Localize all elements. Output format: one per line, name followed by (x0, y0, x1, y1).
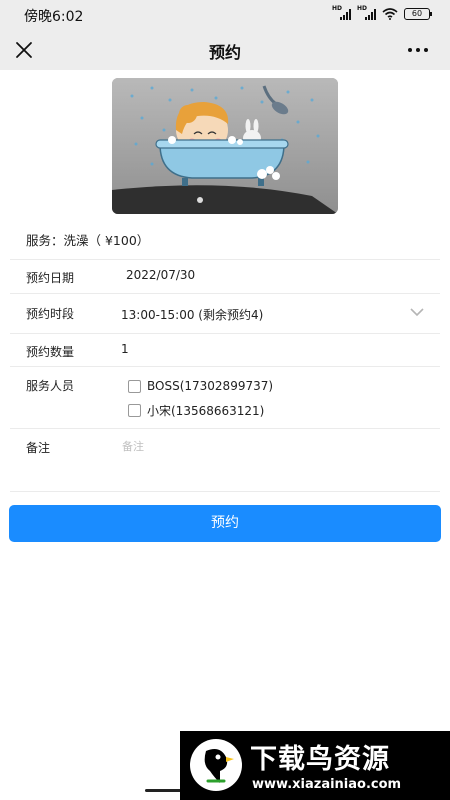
status-icons: HD HD 60 (332, 5, 432, 20)
signal-icon: HD (332, 5, 351, 20)
nav-bar: 预约 (0, 30, 450, 70)
notes-label: 备注 (26, 441, 51, 455)
quantity-value[interactable]: 1 (121, 342, 129, 356)
staff-option[interactable]: 小宋(13568663121) (128, 402, 264, 419)
staff-checkbox[interactable] (128, 404, 141, 417)
date-value[interactable]: 2022/07/30 (126, 268, 195, 282)
watermark-title: 下载鸟资源 (250, 744, 390, 775)
time-slot-label: 预约时段 (26, 307, 75, 321)
bird-logo-icon (190, 739, 242, 791)
date-row[interactable]: 预约日期 2022/07/30 (10, 260, 440, 294)
watermark-url: www.xiazainiao.com (252, 777, 402, 792)
signal-icon-2: HD (357, 5, 376, 20)
staff-label: 服务人员 (26, 379, 75, 393)
submit-booking-button[interactable]: 预约 (9, 505, 441, 542)
staff-name: BOSS(17302899737) (147, 379, 274, 393)
staff-option[interactable]: BOSS(17302899737) (128, 379, 273, 393)
date-label: 预约日期 (26, 271, 75, 285)
chevron-down-icon[interactable] (410, 307, 424, 317)
status-bar: 傍晚6:02 HD HD 60 (0, 0, 450, 30)
notes-row[interactable]: 备注 备注 (10, 429, 440, 492)
time-slot-value[interactable]: 13:00-15:00 (剩余预约4) (121, 306, 263, 323)
status-time: 傍晚6:02 (24, 9, 84, 25)
service-image (112, 78, 338, 214)
quantity-row[interactable]: 预约数量 1 (10, 334, 440, 367)
wifi-icon (382, 8, 398, 20)
more-options-icon[interactable] (404, 36, 432, 64)
staff-row: 服务人员 BOSS(17302899737) 小宋(13568663121) (10, 367, 440, 429)
quantity-label: 预约数量 (26, 345, 75, 359)
page-title: 预约 (208, 43, 241, 62)
watermark: 下载鸟资源 www.xiazainiao.com (180, 731, 450, 800)
service-text: 服务：洗澡（ ¥100） (26, 233, 150, 248)
notes-input[interactable]: 备注 (122, 438, 144, 454)
service-row: 服务：洗澡（ ¥100） (10, 218, 440, 260)
staff-name: 小宋(13568663121) (147, 404, 265, 418)
time-slot-row[interactable]: 预约时段 13:00-15:00 (剩余预约4) (10, 294, 440, 334)
battery-icon: 60 (404, 8, 432, 20)
staff-checkbox[interactable] (128, 379, 141, 393)
